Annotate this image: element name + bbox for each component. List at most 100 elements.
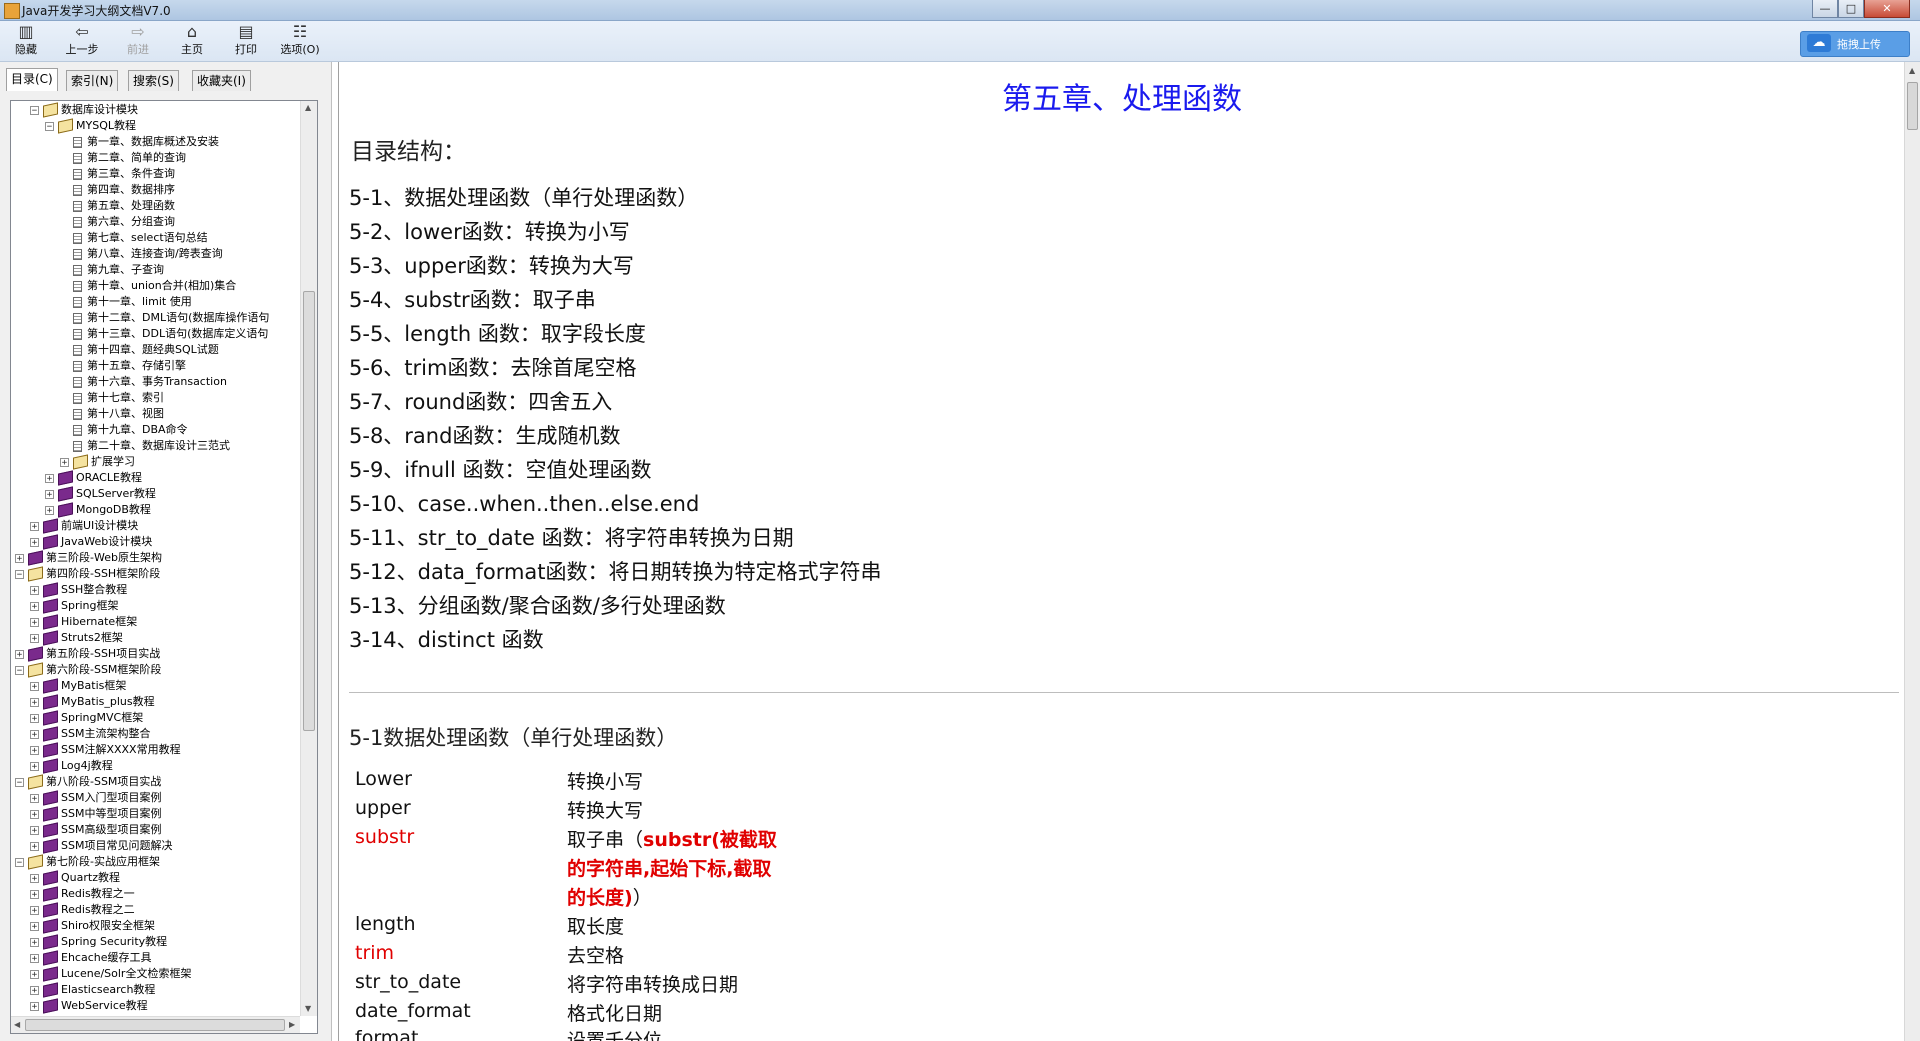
expand-icon[interactable]: + xyxy=(30,761,39,771)
tree-item[interactable]: − 第八阶段-SSM项目实战 xyxy=(15,774,161,790)
scroll-left-icon[interactable]: ◀ xyxy=(14,1020,20,1029)
expand-icon[interactable]: + xyxy=(30,697,39,707)
close-button[interactable]: ✕ xyxy=(1864,0,1910,18)
tree-item[interactable]: + SSM注解XXXX常用教程 xyxy=(30,742,181,758)
expand-icon[interactable]: + xyxy=(30,985,39,995)
tree-item[interactable]: 第十八章、视图 xyxy=(60,406,164,422)
content-scroll-thumb[interactable] xyxy=(1907,82,1918,130)
tree-item[interactable]: + 第五阶段-SSH项目实战 xyxy=(15,646,160,662)
toc-item[interactable]: 5-1、数据处理函数（单行处理函数） xyxy=(349,182,698,216)
forward-button[interactable]: ⇨ 前进 xyxy=(112,23,164,59)
tree-item[interactable]: + 第三阶段-Web原生架构 xyxy=(15,550,162,566)
tree-item[interactable]: + Redis教程之一 xyxy=(30,886,135,902)
tree-item[interactable]: + SQLServer教程 xyxy=(45,486,156,502)
tree-item[interactable]: − 数据库设计模块 xyxy=(30,102,138,118)
expand-icon[interactable]: + xyxy=(15,553,24,563)
tree-item[interactable]: + Shiro权限安全框架 xyxy=(30,918,155,934)
tree-item[interactable]: 第十四章、题经典SQL试题 xyxy=(60,342,219,358)
tree-item[interactable]: + Hibernate框架 xyxy=(30,614,137,630)
toc-item[interactable]: 5-10、case..when..then..else.end xyxy=(349,488,699,522)
tree-item[interactable]: − MYSQL教程 xyxy=(45,118,136,134)
home-button[interactable]: ⌂ 主页 xyxy=(166,23,218,59)
tree-item[interactable]: 第十九章、DBA命令 xyxy=(60,422,188,438)
tab-favorites[interactable]: 收藏夹(I) xyxy=(192,70,251,91)
toc-item[interactable]: 3-14、distinct 函数 xyxy=(349,624,544,658)
expand-icon[interactable]: + xyxy=(30,921,39,931)
maximize-button[interactable]: □ xyxy=(1838,0,1864,18)
tree-item[interactable]: 第五章、处理函数 xyxy=(60,198,175,214)
collapse-icon[interactable]: − xyxy=(15,665,24,675)
tree-item[interactable]: + Lucene/Solr全文检索框架 xyxy=(30,966,191,982)
tree-item[interactable]: + 扩展学习 xyxy=(60,454,135,470)
expand-icon[interactable]: + xyxy=(30,521,39,531)
tree-item[interactable]: + Ehcache缓存工具 xyxy=(30,950,152,966)
tree-item[interactable]: + MyBatis框架 xyxy=(30,678,126,694)
scroll-up-icon[interactable]: ▲ xyxy=(1909,66,1915,75)
toc-item[interactable]: 5-13、分组函数/聚合函数/多行处理函数 xyxy=(349,590,726,624)
tree-item[interactable]: − 第六阶段-SSM框架阶段 xyxy=(15,662,161,678)
tree-item[interactable]: + SSM主流架构整合 xyxy=(30,726,150,742)
toc-item[interactable]: 5-8、rand函数：生成随机数 xyxy=(349,420,620,454)
tree-item[interactable]: 第十二章、DML语句(数据库操作语句 xyxy=(60,310,269,326)
collapse-icon[interactable]: − xyxy=(15,569,24,579)
tree-horizontal-scrollbar[interactable]: ◀ ▶ xyxy=(11,1016,300,1033)
tree-scroll-thumb[interactable] xyxy=(303,291,315,731)
tree-item[interactable]: + SSH整合教程 xyxy=(30,582,127,598)
expand-icon[interactable]: + xyxy=(30,681,39,691)
expand-icon[interactable]: + xyxy=(30,825,39,835)
tree-item[interactable]: + Quartz教程 xyxy=(30,870,120,886)
expand-icon[interactable]: + xyxy=(30,841,39,851)
expand-icon[interactable]: + xyxy=(30,905,39,915)
tree-item[interactable]: 第三章、条件查询 xyxy=(60,166,175,182)
tree-item[interactable]: + WebService教程 xyxy=(30,998,148,1014)
tree-item[interactable]: − 第四阶段-SSH框架阶段 xyxy=(15,566,160,582)
tree-item[interactable]: + ORACLE教程 xyxy=(45,470,142,486)
tree-item[interactable]: + 前端UI设计模块 xyxy=(30,518,138,534)
tree-item[interactable]: + JavaWeb设计模块 xyxy=(30,534,152,550)
toc-item[interactable]: 5-11、str_to_date 函数：将字符串转换为日期 xyxy=(349,522,794,556)
tree-item[interactable]: + Log4j教程 xyxy=(30,758,113,774)
expand-icon[interactable]: + xyxy=(15,649,24,659)
tree-vertical-scrollbar[interactable]: ▲ ▼ xyxy=(300,101,317,1016)
toc-item[interactable]: 5-7、round函数：四舍五入 xyxy=(349,386,612,420)
back-button[interactable]: ⇦ 上一步 xyxy=(56,23,108,59)
expand-icon[interactable]: + xyxy=(30,729,39,739)
tree-item[interactable]: + SpringMVC框架 xyxy=(30,710,143,726)
expand-icon[interactable]: + xyxy=(30,713,39,723)
collapse-icon[interactable]: − xyxy=(45,121,54,131)
tree-item[interactable]: 第二十章、数据库设计三范式 xyxy=(60,438,230,454)
tree-item[interactable]: + Redis教程之二 xyxy=(30,902,135,918)
tree-item[interactable]: + Struts2框架 xyxy=(30,630,123,646)
toc-item[interactable]: 5-6、trim函数：去除首尾空格 xyxy=(349,352,636,386)
print-button[interactable]: ▤ 打印 xyxy=(220,23,272,59)
scroll-up-icon[interactable]: ▲ xyxy=(305,103,311,112)
tree-item[interactable]: 第四章、数据排序 xyxy=(60,182,175,198)
tree-item[interactable]: 第十一章、limit 使用 xyxy=(60,294,192,310)
tree-item[interactable]: + SSM项目常见问题解决 xyxy=(30,838,172,854)
tree-item[interactable]: 第十五章、存储引擎 xyxy=(60,358,186,374)
tree-item[interactable]: 第二章、简单的查询 xyxy=(60,150,186,166)
tree-item[interactable]: + Elasticsearch教程 xyxy=(30,982,155,998)
tree-item[interactable]: 第八章、连接查询/跨表查询 xyxy=(60,246,223,262)
tree-item[interactable]: − 第七阶段-实战应用框架 xyxy=(15,854,160,870)
tree-item[interactable]: + SSM中等型项目案例 xyxy=(30,806,161,822)
tab-index[interactable]: 索引(N) xyxy=(66,70,119,91)
tree-item[interactable]: + Spring Security教程 xyxy=(30,934,167,950)
expand-icon[interactable]: + xyxy=(30,585,39,595)
expand-icon[interactable]: + xyxy=(30,1001,39,1011)
tab-contents[interactable]: 目录(C) xyxy=(6,68,58,91)
expand-icon[interactable]: + xyxy=(45,505,54,515)
expand-icon[interactable]: + xyxy=(30,617,39,627)
toc-item[interactable]: 5-2、lower函数：转换为小写 xyxy=(349,216,630,250)
toc-item[interactable]: 5-4、substr函数：取子串 xyxy=(349,284,596,318)
tree-item[interactable]: + MyBatis_plus教程 xyxy=(30,694,155,710)
tree-hscroll-thumb[interactable] xyxy=(25,1019,285,1031)
drag-upload-button[interactable]: ☁ 拖拽上传 xyxy=(1800,31,1910,57)
expand-icon[interactable]: + xyxy=(30,793,39,803)
tree-item[interactable]: + Spring框架 xyxy=(30,598,119,614)
tree-item[interactable]: 第九章、子查询 xyxy=(60,262,164,278)
collapse-icon[interactable]: − xyxy=(15,777,24,787)
tree-item[interactable]: + MongoDB教程 xyxy=(45,502,151,518)
content-vertical-scrollbar[interactable]: ▲ xyxy=(1904,62,1920,1041)
expand-icon[interactable]: + xyxy=(30,745,39,755)
